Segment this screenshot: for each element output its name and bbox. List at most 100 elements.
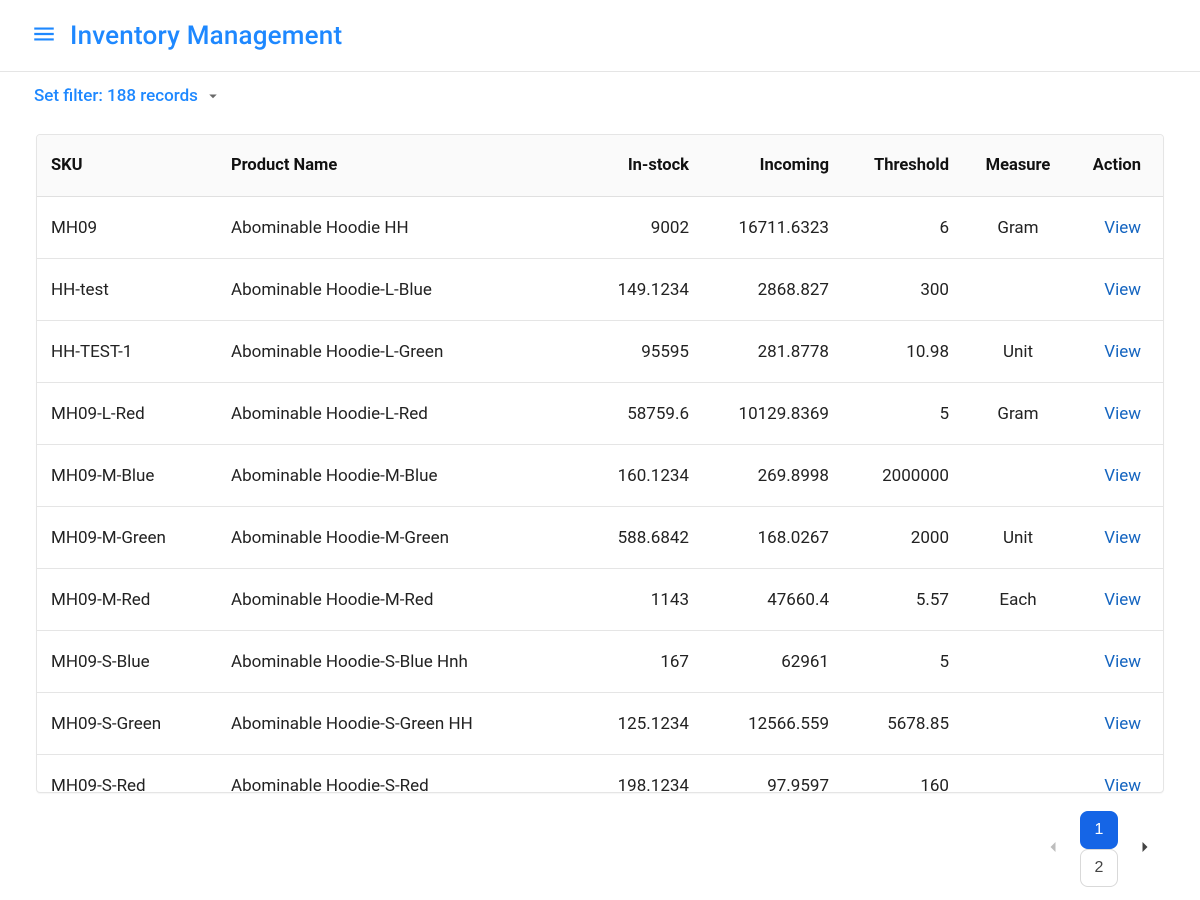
chevron-right-icon <box>1135 837 1155 862</box>
cell-in-stock: 149.1234 <box>573 280 703 300</box>
cell-incoming: 281.8778 <box>703 342 843 362</box>
table-body: MH09Abominable Hoodie HH900216711.63236G… <box>37 197 1163 792</box>
cell-in-stock: 588.6842 <box>573 528 703 548</box>
cell-in-stock: 95595 <box>573 342 703 362</box>
col-header-measure[interactable]: Measure <box>963 156 1073 175</box>
table-row: HH-TEST-1Abominable Hoodie-L-Green955952… <box>37 321 1163 383</box>
topbar: Inventory Management <box>0 0 1200 72</box>
inventory-table: SKU Product Name In-stock Incoming Thres… <box>36 134 1164 793</box>
cell-threshold: 300 <box>843 280 963 300</box>
cell-sku: MH09-M-Green <box>37 528 217 548</box>
chevron-down-icon <box>204 87 222 105</box>
cell-measure: Unit <box>963 528 1073 548</box>
cell-action: View <box>1073 404 1163 424</box>
cell-action: View <box>1073 280 1163 300</box>
table-row: MH09-S-GreenAbominable Hoodie-S-Green HH… <box>37 693 1163 755</box>
table-row: MH09-S-BlueAbominable Hoodie-S-Blue Hnh1… <box>37 631 1163 693</box>
cell-action: View <box>1073 342 1163 362</box>
cell-name: Abominable Hoodie-L-Blue <box>217 280 573 300</box>
cell-action: View <box>1073 528 1163 548</box>
cell-name: Abominable Hoodie-L-Red <box>217 404 573 424</box>
cell-threshold: 5.57 <box>843 590 963 610</box>
cell-incoming: 16711.6323 <box>703 218 843 238</box>
cell-name: Abominable Hoodie-M-Red <box>217 590 573 610</box>
chevron-left-icon <box>1043 837 1063 862</box>
cell-measure: Unit <box>963 342 1073 362</box>
cell-name: Abominable Hoodie-S-Red <box>217 776 573 792</box>
cell-in-stock: 1143 <box>573 590 703 610</box>
page-next[interactable] <box>1126 830 1164 868</box>
table-row: MH09-S-RedAbominable Hoodie-S-Red198.123… <box>37 755 1163 792</box>
cell-action: View <box>1073 218 1163 238</box>
col-header-action: Action <box>1073 156 1163 175</box>
cell-incoming: 97.9597 <box>703 776 843 792</box>
cell-threshold: 2000 <box>843 528 963 548</box>
cell-measure: Gram <box>963 218 1073 238</box>
cell-in-stock: 167 <box>573 652 703 672</box>
col-header-sku[interactable]: SKU <box>37 156 217 175</box>
cell-threshold: 5 <box>843 652 963 672</box>
col-header-threshold[interactable]: Threshold <box>843 156 963 175</box>
cell-threshold: 5678.85 <box>843 714 963 734</box>
page-1[interactable]: 1 <box>1080 811 1118 849</box>
cell-sku: MH09-M-Blue <box>37 466 217 486</box>
cell-threshold: 160 <box>843 776 963 792</box>
cell-incoming: 10129.8369 <box>703 404 843 424</box>
cell-name: Abominable Hoodie-M-Green <box>217 528 573 548</box>
table-row: MH09-M-BlueAbominable Hoodie-M-Blue160.1… <box>37 445 1163 507</box>
cell-in-stock: 198.1234 <box>573 776 703 792</box>
cell-name: Abominable Hoodie-S-Green HH <box>217 714 573 734</box>
pagination: 12 <box>0 811 1164 887</box>
cell-measure: Gram <box>963 404 1073 424</box>
table-row: MH09-L-RedAbominable Hoodie-L-Red58759.6… <box>37 383 1163 445</box>
page-prev[interactable] <box>1034 830 1072 868</box>
table-row: MH09Abominable Hoodie HH900216711.63236G… <box>37 197 1163 259</box>
cell-action: View <box>1073 652 1163 672</box>
cell-action: View <box>1073 776 1163 792</box>
table-header: SKU Product Name In-stock Incoming Thres… <box>37 135 1163 197</box>
view-link[interactable]: View <box>1104 714 1141 734</box>
table-row: MH09-M-GreenAbominable Hoodie-M-Green588… <box>37 507 1163 569</box>
cell-name: Abominable Hoodie-S-Blue Hnh <box>217 652 573 672</box>
cell-threshold: 2000000 <box>843 466 963 486</box>
menu-button[interactable] <box>26 18 62 54</box>
cell-sku: MH09-L-Red <box>37 404 217 424</box>
cell-sku: MH09-S-Blue <box>37 652 217 672</box>
view-link[interactable]: View <box>1104 342 1141 362</box>
col-header-incoming[interactable]: Incoming <box>703 156 843 175</box>
view-link[interactable]: View <box>1104 652 1141 672</box>
cell-sku: MH09 <box>37 218 217 238</box>
table-row: MH09-M-RedAbominable Hoodie-M-Red1143476… <box>37 569 1163 631</box>
cell-name: Abominable Hoodie-L-Green <box>217 342 573 362</box>
col-header-name[interactable]: Product Name <box>217 156 573 175</box>
view-link[interactable]: View <box>1104 404 1141 424</box>
cell-measure: Each <box>963 590 1073 610</box>
view-link[interactable]: View <box>1104 528 1141 548</box>
filter-label: Set filter: 188 records <box>34 86 198 106</box>
cell-incoming: 47660.4 <box>703 590 843 610</box>
cell-name: Abominable Hoodie-M-Blue <box>217 466 573 486</box>
cell-incoming: 168.0267 <box>703 528 843 548</box>
cell-name: Abominable Hoodie HH <box>217 218 573 238</box>
cell-sku: MH09-S-Green <box>37 714 217 734</box>
cell-action: View <box>1073 466 1163 486</box>
page-2[interactable]: 2 <box>1080 849 1118 887</box>
cell-in-stock: 125.1234 <box>573 714 703 734</box>
cell-incoming: 12566.559 <box>703 714 843 734</box>
cell-sku: MH09-M-Red <box>37 590 217 610</box>
cell-sku: MH09-S-Red <box>37 776 217 792</box>
col-header-in-stock[interactable]: In-stock <box>573 156 703 175</box>
cell-threshold: 6 <box>843 218 963 238</box>
cell-in-stock: 9002 <box>573 218 703 238</box>
cell-incoming: 2868.827 <box>703 280 843 300</box>
view-link[interactable]: View <box>1104 590 1141 610</box>
view-link[interactable]: View <box>1104 466 1141 486</box>
view-link[interactable]: View <box>1104 218 1141 238</box>
cell-in-stock: 160.1234 <box>573 466 703 486</box>
cell-incoming: 62961 <box>703 652 843 672</box>
view-link[interactable]: View <box>1104 280 1141 300</box>
view-link[interactable]: View <box>1104 776 1141 792</box>
cell-threshold: 5 <box>843 404 963 424</box>
filter-dropdown[interactable]: Set filter: 188 records <box>0 72 1200 110</box>
hamburger-icon <box>31 21 57 50</box>
